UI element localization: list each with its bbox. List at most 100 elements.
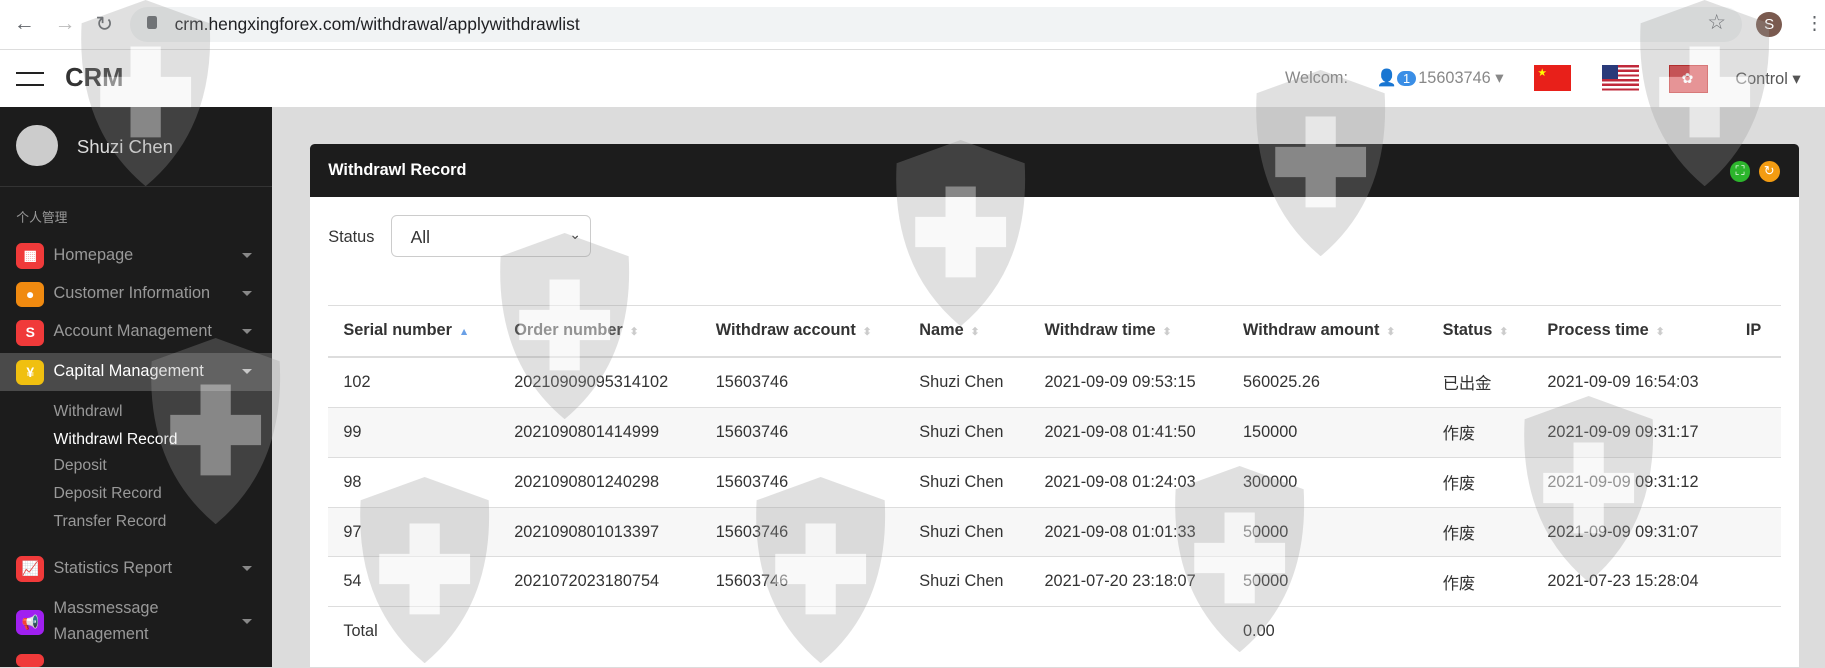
table-cell: 作废 bbox=[1427, 456, 1533, 508]
sidebar-item-homepage[interactable]: ▦ Homepage bbox=[0, 236, 272, 274]
table-cell: 作废 bbox=[1427, 556, 1533, 607]
flag-cn-icon[interactable]: ★ bbox=[1534, 65, 1572, 91]
table-cell: 2021-09-09 09:53:15 bbox=[1029, 356, 1228, 408]
flag-us-icon[interactable] bbox=[1601, 65, 1639, 91]
chevron-down-icon bbox=[242, 619, 253, 625]
sort-icon[interactable]: ⬍ bbox=[630, 327, 639, 338]
refresh-icon[interactable]: ↻ bbox=[1758, 160, 1780, 182]
sidebar-item-more[interactable] bbox=[0, 652, 272, 667]
table-cell bbox=[1730, 406, 1781, 458]
fullscreen-icon[interactable]: ⛶ bbox=[1729, 160, 1751, 182]
total-label: Total bbox=[328, 606, 500, 657]
sub-item-withdrawl[interactable]: Withdrawl bbox=[54, 403, 123, 421]
column-header[interactable]: Serial number ▲ bbox=[328, 304, 500, 358]
total-amount: 0.00 bbox=[1227, 606, 1428, 657]
withdraw-table: Serial number ▲ Order number ⬍ Withdraw acco… bbox=[328, 304, 1781, 657]
menu-icon[interactable]: ⋮ bbox=[1805, 12, 1824, 34]
chevron-down-icon bbox=[242, 329, 253, 335]
table-cell: 2021-09-09 09:31:17 bbox=[1532, 406, 1731, 458]
table-cell: 102 bbox=[328, 356, 500, 408]
column-header[interactable]: IP bbox=[1730, 304, 1781, 358]
sub-item-deposit[interactable]: Deposit bbox=[54, 457, 107, 475]
table-cell bbox=[1730, 556, 1781, 607]
sub-item-transfer-record[interactable]: Transfer Record bbox=[54, 513, 167, 531]
total-row: Total 0.00 bbox=[328, 606, 1781, 657]
table-cell: 2021-09-08 01:01:33 bbox=[1029, 506, 1228, 557]
table-cell: 作废 bbox=[1427, 506, 1533, 557]
sub-item-deposit-record[interactable]: Deposit Record bbox=[54, 485, 162, 503]
table-cell: 54 bbox=[328, 556, 500, 607]
divider bbox=[0, 186, 273, 188]
sort-icon[interactable]: ⬍ bbox=[1656, 327, 1665, 338]
column-header[interactable]: Withdraw account ⬍ bbox=[700, 304, 905, 358]
column-header[interactable]: Name ⬍ bbox=[904, 304, 1030, 358]
sort-icon[interactable]: ⬍ bbox=[971, 327, 980, 338]
address-bar[interactable]: crm.hengxingforex.com/withdrawal/applywi… bbox=[130, 6, 1743, 42]
sidebar-item-customer-information[interactable]: ● Customer Information bbox=[0, 275, 272, 313]
back-icon[interactable]: ← bbox=[14, 12, 35, 36]
sidebar-username: Shuzi Chen bbox=[76, 136, 174, 158]
status-select[interactable]: All ⌄ bbox=[391, 215, 592, 258]
table-row[interactable]: 98 2021090801240298 15603746 Shuzi Chen 2021… bbox=[328, 456, 1781, 508]
table-cell: 作废 bbox=[1427, 406, 1533, 458]
column-header[interactable]: Process time ⬍ bbox=[1532, 304, 1731, 358]
table-cell: Shuzi Chen bbox=[904, 456, 1030, 508]
section-label: 个人管理 bbox=[16, 210, 68, 226]
sort-icon[interactable]: ⬍ bbox=[1499, 327, 1508, 338]
lock-icon bbox=[146, 16, 158, 30]
profile-avatar[interactable]: S bbox=[1756, 11, 1782, 38]
qr-icon: ▦ bbox=[16, 243, 45, 269]
sort-icon[interactable]: ⬍ bbox=[863, 327, 872, 338]
table-cell: 2021090801013397 bbox=[499, 506, 701, 557]
table-cell: 2021-07-20 23:18:07 bbox=[1029, 556, 1228, 607]
sub-item-withdrawl-record[interactable]: Withdrawl Record bbox=[54, 431, 178, 449]
table-cell: Shuzi Chen bbox=[904, 506, 1030, 557]
panel-title: Withdrawl Record bbox=[328, 160, 467, 179]
table-cell: 97 bbox=[328, 506, 500, 557]
table-cell: 560025.26 bbox=[1227, 356, 1428, 408]
flag-hk-icon[interactable]: ✿ bbox=[1669, 65, 1709, 93]
forward-icon[interactable]: → bbox=[55, 12, 76, 36]
table-cell: 15603746 bbox=[700, 506, 905, 557]
column-header[interactable]: Status ⬍ bbox=[1427, 304, 1533, 358]
hamburger-icon[interactable] bbox=[16, 72, 45, 87]
sidebar-item-massmessage[interactable]: 📢 Massmessage Management bbox=[0, 596, 272, 648]
user-dropdown[interactable]: 👤 1 15603746 ▾ bbox=[1377, 68, 1504, 88]
sort-icon[interactable]: ⬍ bbox=[1386, 327, 1395, 338]
app-header: CRM Welcom: 👤 1 15603746 ▾ ★ ✿ Control ▾ bbox=[0, 50, 1825, 108]
table-cell: 99 bbox=[328, 406, 500, 458]
megaphone-icon: 📢 bbox=[16, 609, 45, 636]
table-cell: 15603746 bbox=[700, 556, 905, 607]
table-row[interactable]: 54 2021072023180754 15603746 Shuzi Chen 2021… bbox=[328, 556, 1781, 607]
sidebar-item-capital-management[interactable]: ¥ Capital Management bbox=[0, 352, 273, 392]
table-row[interactable]: 102 20210909095314102 15603746 Shuzi Chen 20… bbox=[328, 356, 1781, 408]
table-cell: 2021-09-09 09:31:07 bbox=[1532, 506, 1731, 557]
user-icon: 👤 bbox=[1376, 68, 1398, 87]
table-cell: 15603746 bbox=[700, 356, 905, 408]
sort-icon[interactable]: ▲ bbox=[459, 327, 469, 338]
reload-icon[interactable]: ↻ bbox=[95, 12, 113, 37]
column-header[interactable]: Withdraw time ⬍ bbox=[1029, 304, 1228, 358]
table-row[interactable]: 99 2021090801414999 15603746 Shuzi Chen 2021… bbox=[328, 406, 1781, 458]
control-dropdown[interactable]: Control ▾ bbox=[1735, 69, 1800, 89]
table-row[interactable]: 97 2021090801013397 15603746 Shuzi Chen 2021… bbox=[328, 506, 1781, 557]
table-cell: 2021-09-08 01:41:50 bbox=[1029, 406, 1228, 458]
column-header[interactable]: Withdraw amount ⬍ bbox=[1227, 304, 1428, 358]
sidebar: Shuzi Chen 个人管理 ▦ Homepage ● Customer Info… bbox=[0, 107, 273, 667]
table-cell: 98 bbox=[328, 456, 500, 508]
column-header[interactable]: Order number ⬍ bbox=[499, 304, 701, 358]
brand: CRM bbox=[65, 64, 124, 92]
notification-badge: 1 bbox=[1397, 70, 1416, 86]
sidebar-item-account-management[interactable]: S Account Management bbox=[0, 313, 272, 351]
status-label: Status bbox=[328, 228, 375, 247]
panel-header: Withdrawl Record ⛶ ↻ bbox=[309, 144, 1800, 197]
account-number: 15603746 bbox=[1418, 68, 1491, 87]
sort-icon[interactable]: ⬍ bbox=[1163, 327, 1172, 338]
bookmark-star-icon[interactable]: ☆ bbox=[1707, 10, 1726, 35]
url-text: crm.hengxingforex.com/withdrawal/applywi… bbox=[174, 13, 580, 34]
chevron-down-icon bbox=[242, 252, 253, 258]
sidebar-item-statistics-report[interactable]: 📈 Statistics Report bbox=[0, 549, 272, 587]
table-cell bbox=[1730, 506, 1781, 557]
strikethrough-s-icon: S bbox=[16, 320, 45, 346]
table-cell: 50000 bbox=[1227, 556, 1428, 607]
